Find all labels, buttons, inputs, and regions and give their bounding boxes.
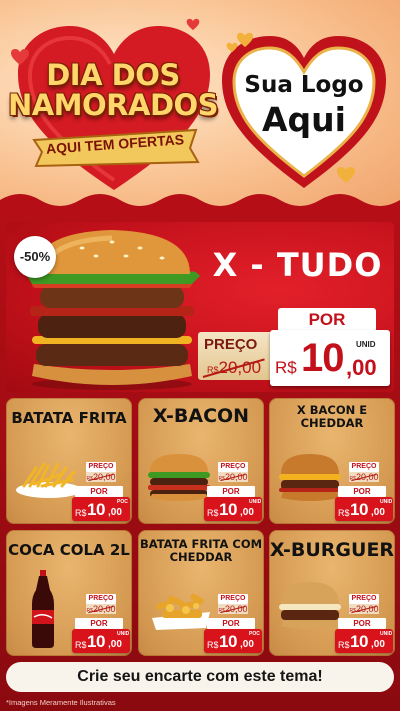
new-price-cents: ,00	[371, 507, 385, 518]
por-label: POR	[278, 308, 376, 332]
discount-badge: -50%	[14, 236, 56, 278]
unit-label: UNID	[117, 631, 130, 637]
por-label: POR	[338, 618, 386, 629]
logo-placeholder-line-2: Aqui	[262, 100, 346, 139]
por-label: POR	[207, 486, 255, 497]
heart-icon	[237, 32, 253, 48]
new-price-currency: R$	[207, 508, 219, 518]
product-image	[146, 588, 216, 632]
por-label: POR	[207, 618, 255, 629]
product-image	[14, 454, 84, 498]
new-price-currency: R$	[275, 358, 297, 377]
por-label: POR	[338, 486, 386, 497]
preco-label: PREÇO	[86, 462, 116, 472]
product-image	[275, 580, 345, 630]
preco-label: PREÇO	[218, 462, 248, 472]
product-image	[144, 452, 214, 502]
logo-placeholder-line-1: Sua Logo	[244, 72, 364, 98]
new-price-currency: R$	[75, 508, 87, 518]
preco-label: PREÇO	[86, 594, 116, 604]
new-price-currency: R$	[207, 640, 219, 650]
por-label: POR	[75, 618, 123, 629]
unit-label: UNID	[249, 499, 262, 505]
new-price-cents: ,00	[240, 507, 254, 518]
new-price-cents: ,00	[240, 639, 254, 650]
heart-icon	[11, 49, 29, 65]
preco-label: PREÇO	[218, 594, 248, 604]
new-price-cents: ,00	[346, 355, 377, 380]
new-price-cents: ,00	[371, 639, 385, 650]
header-banner: DIA DOS NAMORADOS AQUI TEM OFERTAS Sua L…	[0, 0, 400, 212]
title-line-2: NAMORADOS	[7, 88, 219, 122]
new-price-currency: R$	[338, 640, 350, 650]
title-line-1: DIA DOS	[46, 58, 180, 92]
unit-label: UNID	[380, 499, 393, 505]
disclaimer-text: *Imagens Meramente Ilustrativas	[6, 698, 116, 707]
wave-divider	[0, 194, 400, 212]
featured-product-name: X - TUDO	[212, 246, 383, 284]
product-name: BATATA FRITA	[11, 409, 127, 427]
product-image	[30, 570, 56, 650]
cta-banner[interactable]: Crie seu encarte com este tema!	[6, 662, 394, 692]
new-price-integer: 10	[350, 632, 368, 651]
new-price-cents: ,00	[108, 507, 122, 518]
new-price-integer: 10	[301, 336, 344, 380]
heart-icon	[226, 42, 238, 53]
preco-label: PREÇO	[349, 594, 379, 604]
product-name: BATATA FRITA COM CHEDDAR	[139, 537, 263, 565]
product-image	[275, 452, 345, 502]
new-price-integer: 10	[87, 632, 105, 651]
unit-label: POC	[117, 499, 128, 505]
heart-icon	[337, 167, 355, 183]
heart-icon	[186, 18, 200, 31]
new-price-integer: 10	[219, 632, 237, 651]
new-price-integer: 10	[350, 500, 368, 519]
product-name: X-BACON	[152, 405, 250, 427]
unit-label: UNID	[356, 340, 376, 349]
new-price-integer: 10	[87, 500, 105, 519]
unit-label: UNID	[380, 631, 393, 637]
new-price-currency: R$	[338, 508, 350, 518]
preco-label: PREÇO	[204, 336, 258, 353]
product-name: COCA COLA 2L	[8, 541, 130, 559]
unit-label: POC	[249, 631, 260, 637]
new-price-currency: R$	[75, 640, 87, 650]
new-price-cents: ,00	[108, 639, 122, 650]
new-price-integer: 10	[219, 500, 237, 519]
por-label: POR	[75, 486, 123, 497]
product-name: X BACON E CHEDDAR	[296, 403, 368, 431]
product-name: X-BURGUER	[269, 539, 395, 561]
preco-label: PREÇO	[349, 462, 379, 472]
